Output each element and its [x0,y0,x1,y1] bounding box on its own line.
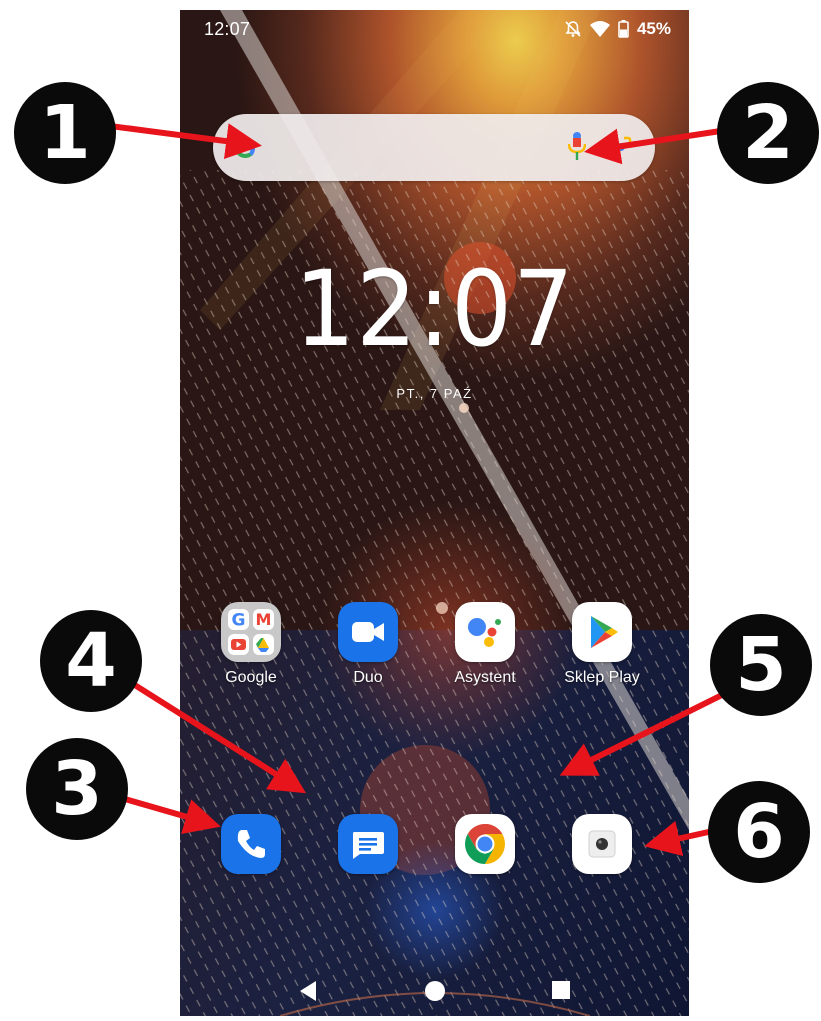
play-store-icon [572,602,632,662]
assistant-icon [455,602,515,662]
app-play-store[interactable]: Sklep Play [552,602,652,687]
app-label: Sklep Play [564,669,640,686]
dock-messages[interactable] [318,814,418,874]
chrome-icon [455,814,515,874]
svg-text:M: M [256,610,272,629]
app-duo[interactable]: Duo [318,602,418,687]
home-icon[interactable] [424,980,446,1007]
google-lens-icon[interactable] [610,136,632,163]
duo-icon [338,602,398,662]
battery-percent: 45% [636,19,671,38]
recents-icon[interactable] [551,980,571,1005]
app-label: Asystent [454,669,516,686]
callout-4: 4 [40,610,142,712]
google-search-bar[interactable] [213,114,655,181]
callout-5: 5 [710,614,812,716]
phone-icon [221,814,281,874]
wifi-icon [589,21,610,37]
callout-1: 1 [14,82,116,184]
dock-chrome[interactable] [435,814,535,874]
annotated-screenshot: 12:07 45% 12:07 PT., 7 PAŹ G M Google Du… [0,0,821,1021]
clock-widget-time[interactable]: 12:07 [200,248,668,370]
clock-widget-date[interactable]: PT., 7 PAŹ [180,386,689,401]
status-time: 12:07 [204,19,251,39]
callout-6: 6 [708,781,810,883]
app-google-folder[interactable]: G M Google [201,602,301,687]
google-folder-icon: G M [221,602,281,662]
back-icon[interactable] [298,980,318,1007]
battery-icon [618,20,629,38]
app-assistant[interactable]: Asystent [435,602,535,687]
microphone-icon[interactable] [567,132,587,167]
callout-2: 2 [717,82,819,184]
dock-phone[interactable] [201,814,301,874]
camera-icon [572,814,632,874]
app-label: Duo [353,669,383,686]
status-icons: 45% [564,19,671,39]
dock-camera[interactable] [552,814,652,874]
google-logo-icon[interactable] [233,136,257,165]
app-label: Google [225,669,277,686]
search-input[interactable] [273,128,567,168]
phone-screen: 12:07 45% 12:07 PT., 7 PAŹ G M Google Du… [180,10,689,1016]
callout-3: 3 [26,738,128,840]
messages-icon [338,814,398,874]
svg-text:G: G [232,611,246,631]
notifications-off-icon [564,20,582,38]
